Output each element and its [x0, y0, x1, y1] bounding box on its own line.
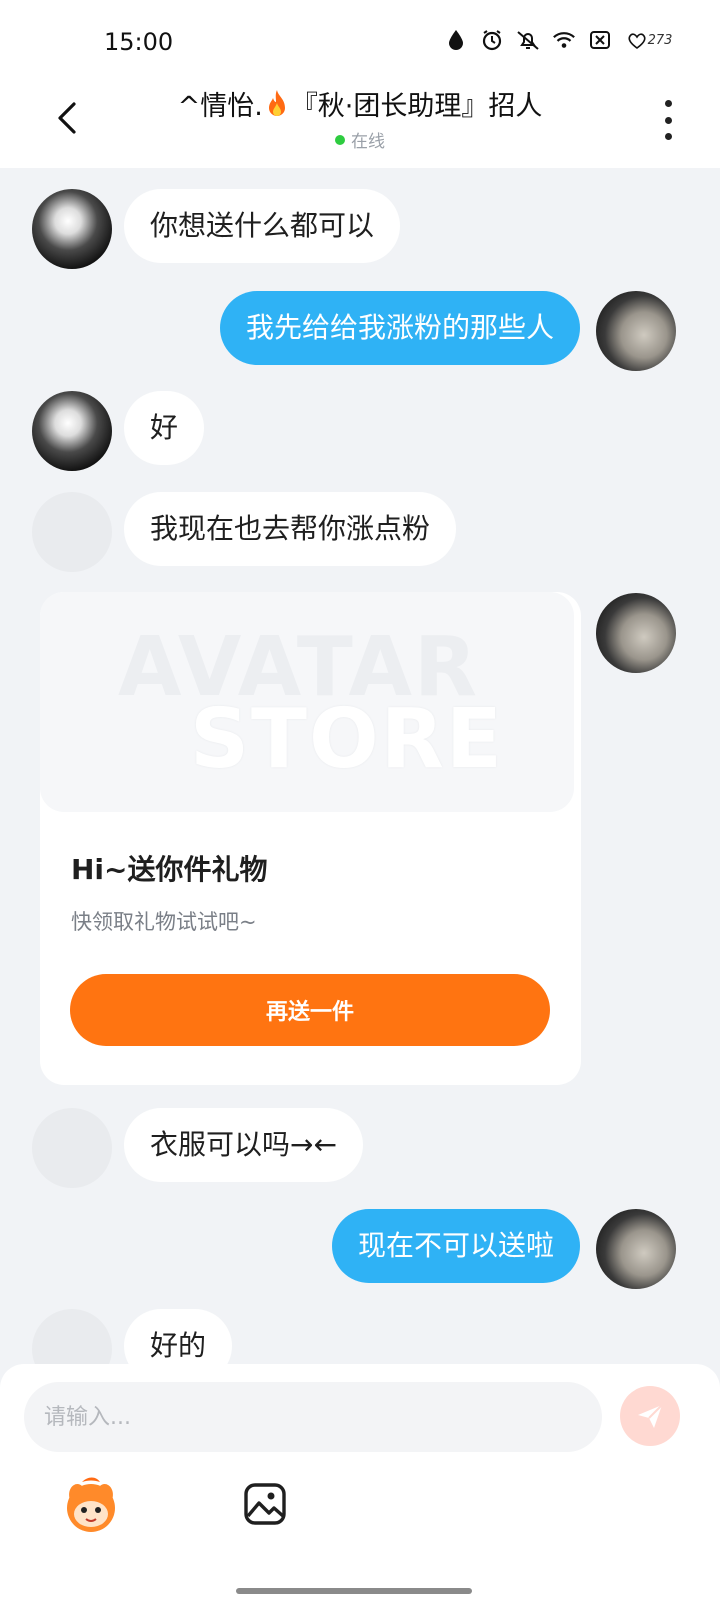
battery-icon: 273: [624, 29, 674, 51]
image-icon: [244, 1483, 286, 1525]
chat-title: ^情怡. 『秋·团长助理』招人: [130, 84, 590, 123]
contact-avatar-placeholder: [32, 492, 112, 572]
message-bubble-outgoing[interactable]: 我先给给我涨粉的那些人: [219, 291, 580, 365]
alarm-icon: [480, 28, 504, 52]
home-indicator[interactable]: [236, 1588, 472, 1594]
online-status-text: 在线: [351, 132, 385, 152]
wifi-icon: [552, 28, 576, 52]
status-bar: 15:00 273: [0, 0, 720, 80]
send-another-gift-button[interactable]: 再送一件: [70, 974, 550, 1046]
send-icon: [638, 1404, 663, 1428]
gift-title: Hi~送你件礼物: [71, 853, 268, 886]
contact-avatar[interactable]: [32, 189, 112, 269]
my-avatar[interactable]: [596, 1209, 676, 1289]
chat-title-group: 『秋·团长助理』招人: [290, 91, 543, 122]
online-status: 在线: [130, 127, 590, 152]
message-bubble-incoming[interactable]: 我现在也去帮你涨点粉: [124, 492, 457, 566]
back-button[interactable]: [44, 96, 88, 140]
chat-title-name: ^情怡.: [177, 91, 263, 122]
more-options-button[interactable]: [656, 100, 680, 140]
mascot-icon: [67, 1477, 115, 1532]
chat-title-wrap: ^情怡. 『秋·团长助理』招人 在线: [130, 84, 590, 152]
gift-subtitle: 快领取礼物试试吧~: [71, 910, 257, 934]
gift-card[interactable]: AVATAR STORE Hi~送你件礼物 快领取礼物试试吧~ 再送一件: [40, 592, 581, 1085]
status-time: 15:00: [104, 28, 174, 56]
contact-avatar[interactable]: [32, 391, 112, 471]
my-avatar[interactable]: [596, 593, 676, 673]
battery-level: 273: [647, 32, 673, 48]
message-bubble-incoming[interactable]: 你想送什么都可以: [124, 189, 401, 263]
back-arrow-icon: [58, 102, 76, 134]
data-saver-icon: [444, 28, 468, 52]
send-button[interactable]: [620, 1386, 680, 1446]
message-bubble-incoming[interactable]: 好: [124, 391, 205, 465]
chat-header: ^情怡. 『秋·团长助理』招人 在线: [0, 80, 720, 168]
more-vertical-icon: [664, 100, 672, 107]
my-avatar[interactable]: [596, 291, 676, 371]
online-dot: [335, 134, 345, 145]
flame-icon: [268, 89, 285, 116]
sim-off-icon: [588, 28, 612, 52]
image-picker-button[interactable]: [243, 1482, 287, 1526]
mascot-button[interactable]: [60, 1474, 122, 1536]
message-bubble-outgoing[interactable]: 现在不可以送啦: [331, 1209, 580, 1283]
mute-icon: [516, 28, 540, 52]
contact-avatar-placeholder: [32, 1108, 112, 1188]
input-area: [0, 1364, 720, 1600]
watermark-store: STORE: [190, 692, 504, 787]
gift-image: AVATAR STORE: [40, 592, 574, 812]
message-bubble-incoming[interactable]: 衣服可以吗→←: [124, 1108, 363, 1182]
status-icons: 273: [444, 28, 674, 52]
message-input[interactable]: [24, 1382, 602, 1452]
